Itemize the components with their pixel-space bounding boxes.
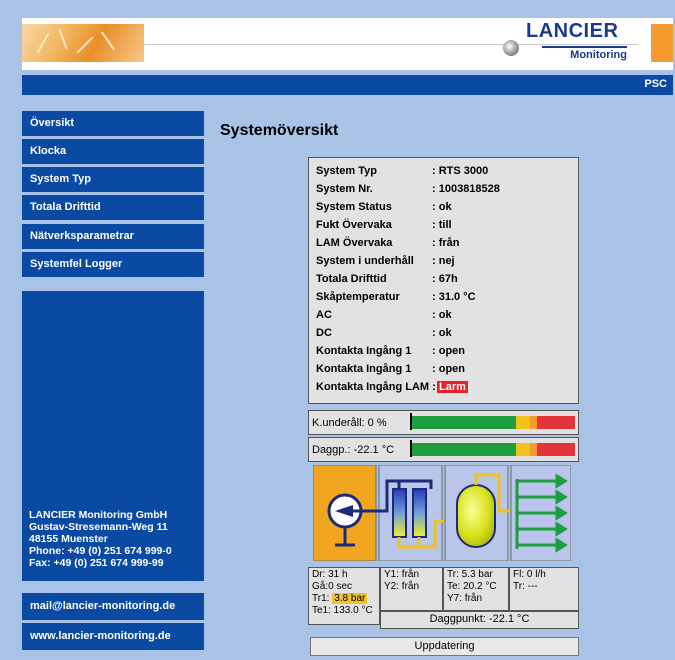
logo-name: LANCIER [526,20,619,42]
valve-readout: Y1: från Y2: från [380,567,443,611]
logo-subtitle: Monitoring [542,46,627,61]
status-label: System Nr. [316,183,373,195]
maintenance-bar-panel: K.underåll: 0 % [308,410,579,435]
status-value: : RTS 3000 [432,165,489,177]
dewpoint-marker [410,440,412,457]
status-value: : nej [432,255,455,267]
top-bar: PSC [22,75,673,95]
status-label: DC [316,327,332,339]
company-fax: Fax: +49 (0) 251 674 999-99 [29,557,164,569]
sidebar-item-systemfel-logger[interactable]: Systemfel Logger [22,252,204,277]
header-divider [144,44,638,45]
alarm-badge: Larm [437,381,468,393]
status-value: : ok [432,201,452,213]
pressure-readout: Tr1: 3.8 bar [312,593,368,604]
header-accent-block [651,24,673,62]
outlet-pressure-value: Tr: --- [513,581,538,592]
status-label: Kontakta Ingång 1 [316,363,412,375]
flow-readout: Fl: 0 l/h Tr: --- [509,567,579,611]
header: LANCIER Monitoring [22,18,673,70]
status-value: : open [432,345,465,357]
valve-y2-value: Y2: från [384,581,420,592]
status-label: AC [316,309,332,321]
status-label: Skåptemperatur [316,291,400,303]
company-phone: Phone: +49 (0) 251 674 999-0 [29,545,172,557]
sidebar-item-oversikt[interactable]: Översikt [22,111,204,136]
system-status-panel: System Typ : RTS 3000 System Nr. : 1003818… [308,157,579,404]
tank-pressure-value: Tr: 5.3 bar [447,569,493,580]
sidebar-item-klocka[interactable]: Klocka [22,139,204,164]
dewpoint-gauge [410,443,575,456]
maintenance-label: K.underåll: 0 % [312,417,387,429]
maintenance-gauge [410,416,575,429]
status-value: : 1003818528 [432,183,500,195]
compressor-readout: Dr: 31 h Gå:0 sec Tr1: 3.8 bar Te1: 133.… [308,567,380,625]
company-info-panel: LANCIER Monitoring GmbH Gustav-Streseman… [22,291,204,581]
status-value: : 67h [432,273,458,285]
status-value: : open [432,363,465,375]
company-city: 48155 Muenster [29,533,108,545]
status-value: : ok [432,327,452,339]
run-seconds-value: Gå:0 sec [312,581,353,592]
email-link[interactable]: mail@lancier-monitoring.de [22,593,204,620]
dewpoint-bar-panel: Daggp.: -22.1 °C [308,437,579,462]
maintenance-marker [410,413,412,430]
sidebar-item-system-typ[interactable]: System Typ [22,167,204,192]
status-label: Totala Drifttid [316,273,387,285]
status-value: : 31.0 °C [432,291,476,303]
header-photo [22,24,144,62]
sidebar-item-natverksparametrar[interactable]: Nätverksparametrar [22,224,204,249]
company-name: LANCIER Monitoring GmbH [29,509,168,521]
flow-value: Fl: 0 l/h [513,569,546,580]
logo-globe-icon [503,40,519,56]
valve-y7-value: Y7: från [447,593,483,604]
runtime-value: Dr: 31 h [312,569,348,580]
website-link[interactable]: www.lancier-monitoring.de [22,623,204,650]
status-label: System Typ [316,165,377,177]
status-label: System Status [316,201,392,213]
page-title: Systemöversikt [220,122,339,139]
tank-readout: Tr: 5.3 bar Te: 20.2 °C Y7: från [443,567,509,611]
status-label: LAM Övervaka [316,237,393,249]
status-label: Kontakta Ingång 1 [316,345,412,357]
company-street: Gustav-Stresemann-Weg 11 [29,521,168,533]
pressure-highlight: 3.8 bar [332,593,368,604]
status-value: : ok [432,309,452,321]
top-bar-label: PSC [644,78,667,90]
status-value: : till [432,219,452,231]
process-diagram [313,465,571,561]
sidebar-item-totala-drifttid[interactable]: Totala Drifttid [22,195,204,220]
tank-temperature-value: Te: 20.2 °C [447,581,497,592]
status-label: Kontakta Ingång LAM : [316,381,436,393]
dewpoint-readout: Daggpunkt: -22.1 °C [380,611,579,629]
status-value: : från [432,237,460,249]
dewpoint-label: Daggp.: -22.1 °C [312,444,395,456]
status-label: System i underhåll [316,255,414,267]
valve-y1-value: Y1: från [384,569,420,580]
temperature-value: Te1: 133.0 °C [312,605,373,616]
refresh-button[interactable]: Uppdatering [310,637,579,656]
status-label: Fukt Övervaka [316,219,392,231]
